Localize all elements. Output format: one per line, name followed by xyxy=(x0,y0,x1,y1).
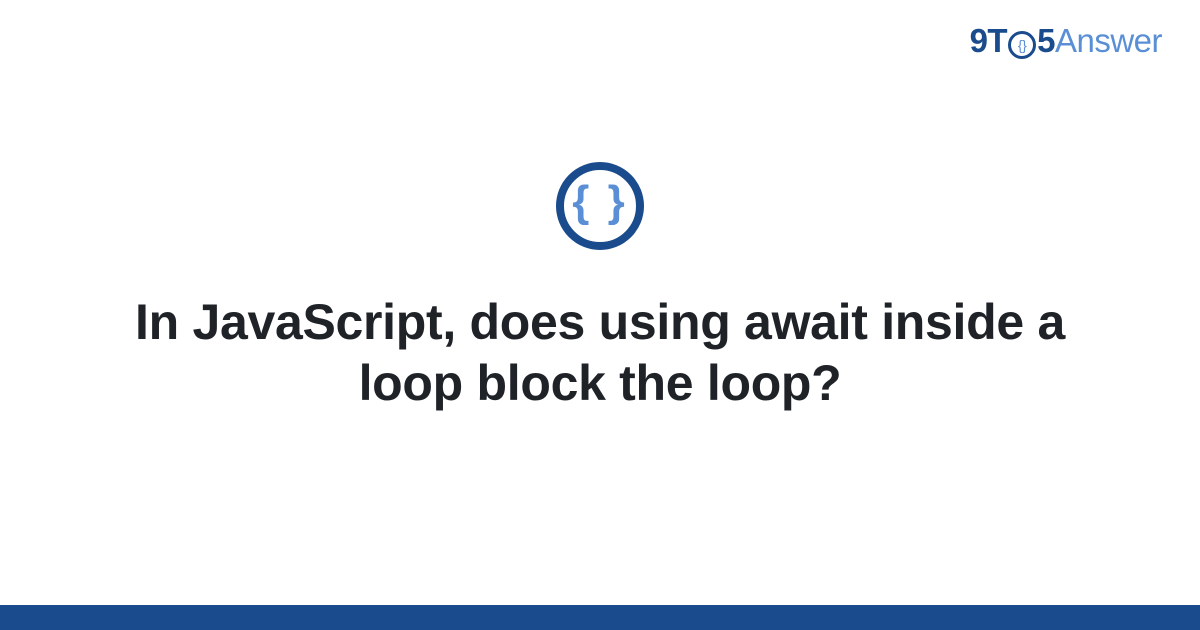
category-icon-ring: { } xyxy=(556,162,644,250)
main-content: { } In JavaScript, does using await insi… xyxy=(0,0,1200,605)
code-braces-icon: { } xyxy=(572,180,627,224)
footer-bar xyxy=(0,605,1200,630)
question-title: In JavaScript, does using await inside a… xyxy=(120,292,1080,414)
